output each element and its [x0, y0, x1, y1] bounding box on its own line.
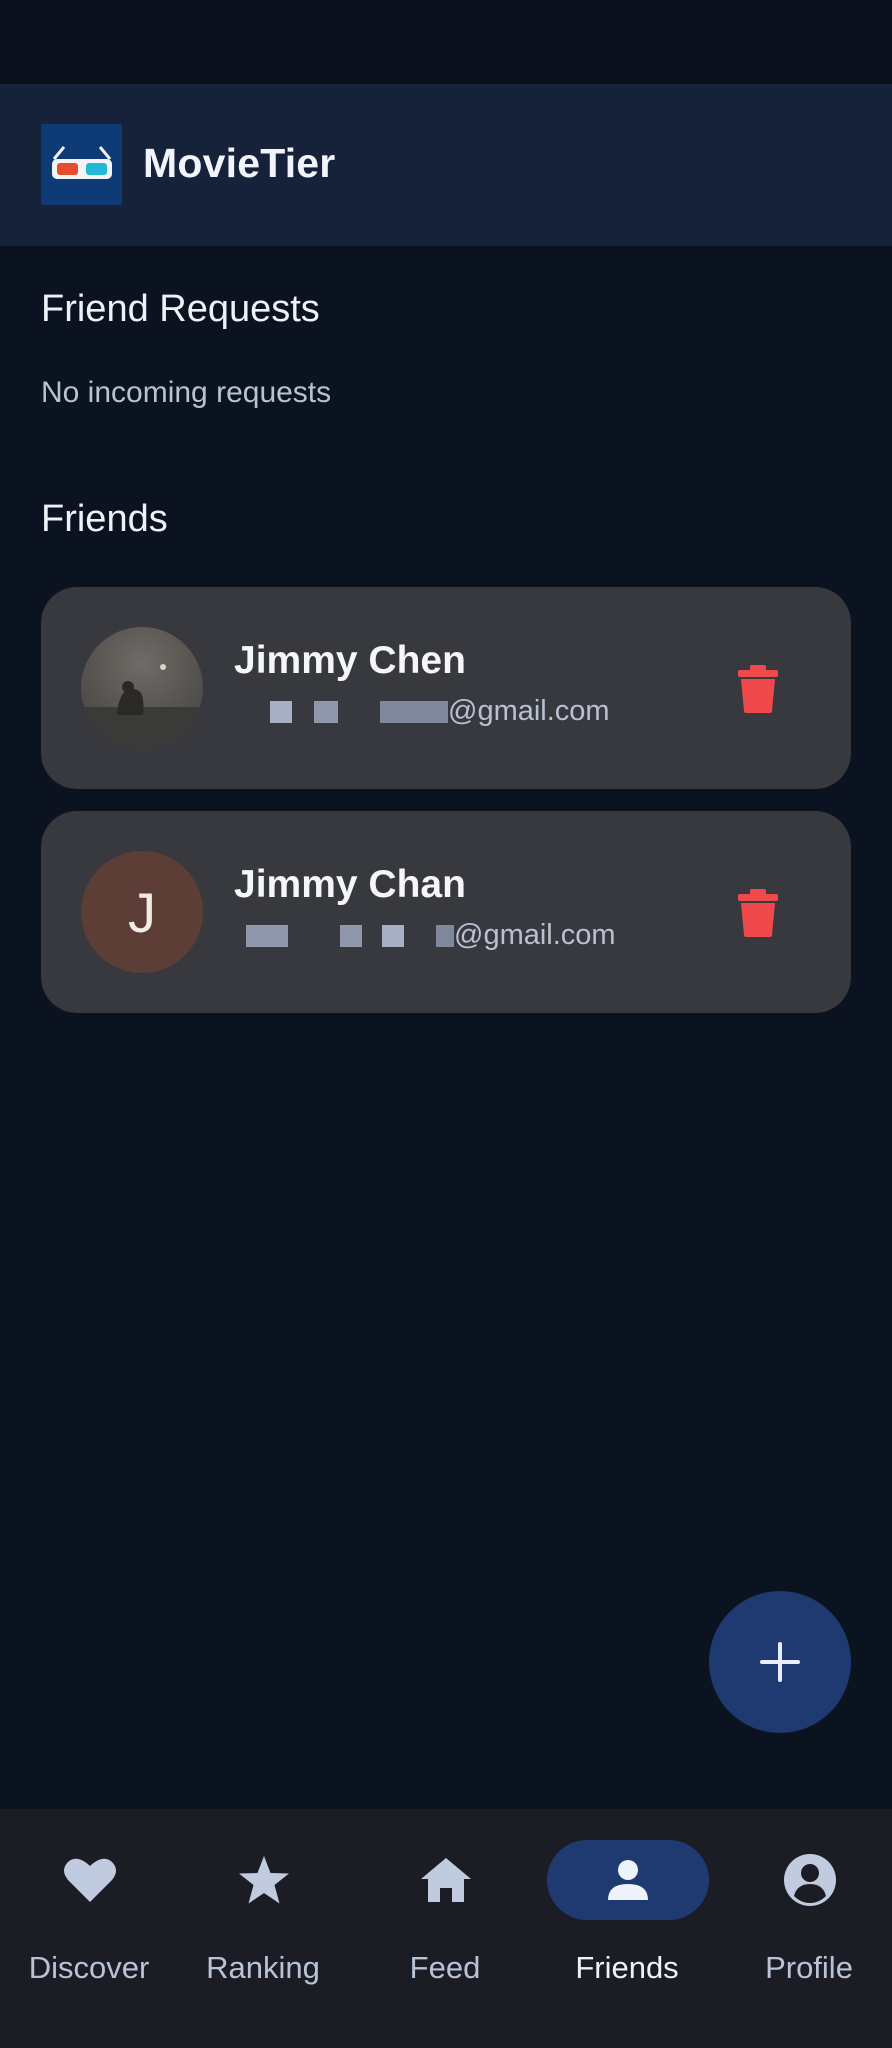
- redacted-block: [270, 701, 292, 724]
- nav-pill: [9, 1840, 171, 1920]
- nav-label: Ranking: [206, 1950, 320, 1985]
- nav-label: Friends: [575, 1950, 679, 1985]
- nav-item-discover[interactable]: Discover: [0, 1809, 178, 2048]
- nav-pill: [183, 1840, 345, 1920]
- email-suffix: @gmail.com: [448, 695, 610, 727]
- friend-email: @gmail.com: [234, 919, 616, 952]
- 3d-glasses-icon: [41, 124, 122, 205]
- app-bar: MovieTier: [0, 84, 892, 246]
- home-icon: [421, 1858, 471, 1902]
- friend-card[interactable]: J Jimmy Chan @gmail.com: [41, 811, 851, 1013]
- redacted-block: [314, 701, 338, 724]
- app-title: MovieTier: [143, 140, 336, 186]
- bottom-nav: Discover Ranking Feed Friends Profile: [0, 1809, 892, 2048]
- nav-pill: [729, 1840, 891, 1920]
- trash-icon: [738, 665, 778, 713]
- star-icon: [239, 1856, 289, 1904]
- redacted-block: [246, 925, 288, 948]
- friend-requests-title: Friend Requests: [41, 288, 320, 330]
- redacted-block: [380, 701, 448, 724]
- friend-email: @gmail.com: [234, 695, 610, 728]
- account-circle-icon: [784, 1854, 836, 1906]
- plus-icon: [760, 1642, 800, 1682]
- no-requests-text: No incoming requests: [41, 376, 332, 409]
- redacted-block: [436, 925, 454, 948]
- redacted-block: [382, 925, 404, 948]
- trash-icon: [738, 889, 778, 937]
- status-bar: [0, 0, 892, 84]
- avatar: J: [81, 851, 203, 973]
- nav-label: Feed: [409, 1950, 481, 1985]
- delete-friend-button[interactable]: [726, 881, 790, 945]
- nav-item-profile[interactable]: Profile: [720, 1809, 892, 2048]
- nav-pill: [365, 1840, 527, 1920]
- nav-label: Profile: [765, 1950, 853, 1985]
- nav-item-feed[interactable]: Feed: [356, 1809, 534, 2048]
- avatar: [81, 627, 203, 749]
- nav-pill-active: [547, 1840, 709, 1920]
- nav-item-ranking[interactable]: Ranking: [174, 1809, 352, 2048]
- friend-card[interactable]: Jimmy Chen @gmail.com: [41, 587, 851, 789]
- person-icon: [608, 1860, 648, 1900]
- friends-title: Friends: [41, 498, 168, 540]
- email-suffix: @gmail.com: [454, 919, 616, 951]
- nav-item-friends[interactable]: Friends: [538, 1809, 716, 2048]
- redacted-block: [340, 925, 362, 948]
- nav-label: Discover: [28, 1950, 150, 1985]
- add-friend-button[interactable]: [709, 1591, 851, 1733]
- heart-icon: [64, 1858, 116, 1902]
- friend-name: Jimmy Chan: [234, 863, 466, 906]
- friend-name: Jimmy Chen: [234, 639, 466, 682]
- delete-friend-button[interactable]: [726, 657, 790, 721]
